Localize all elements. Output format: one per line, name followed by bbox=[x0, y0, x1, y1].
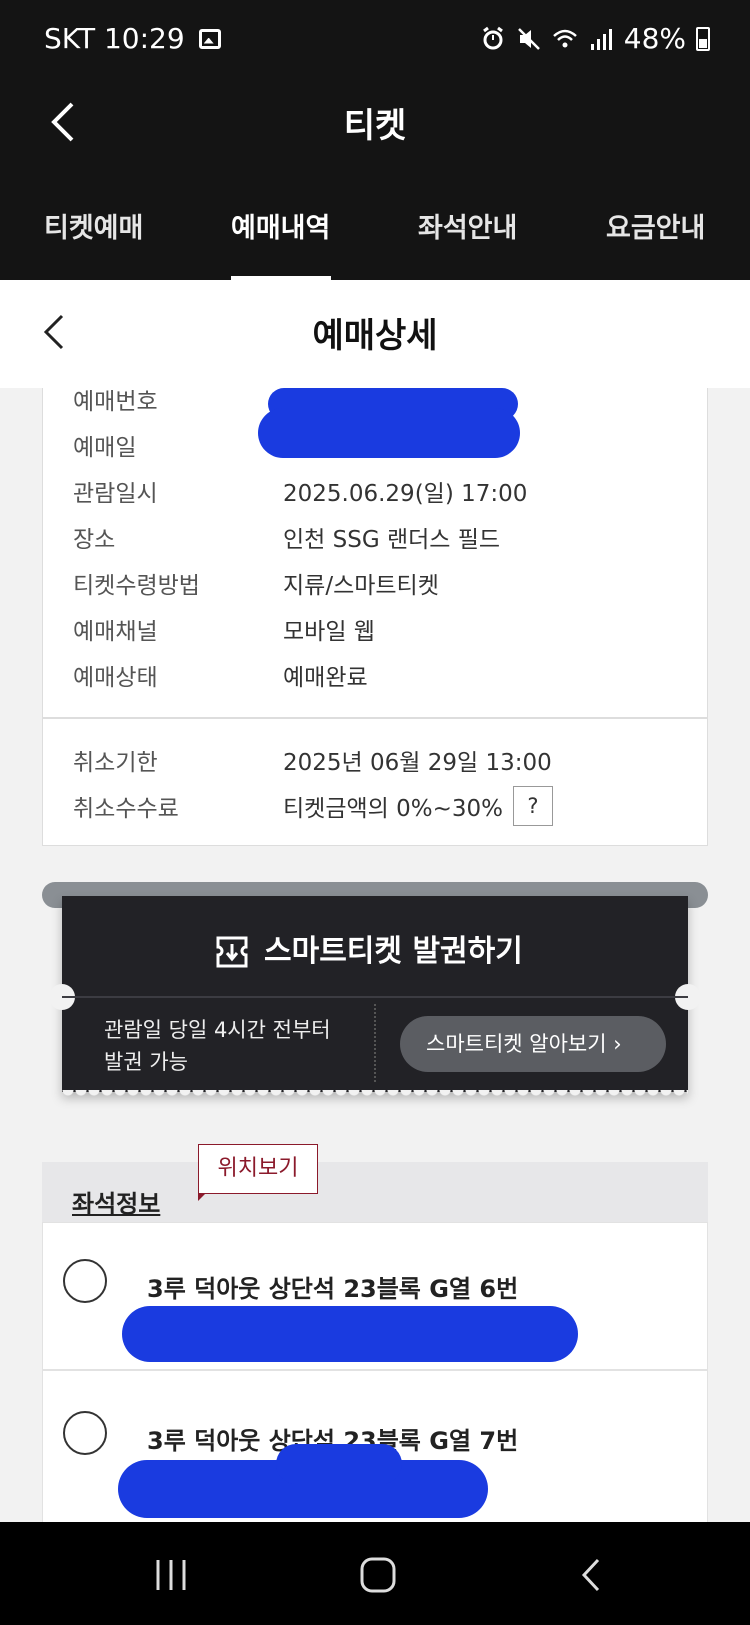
smart-ticket-learn-more-button[interactable]: 스마트티켓 알아보기 › bbox=[400, 1016, 666, 1072]
smart-ticket-title: 스마트티켓 발권하기 bbox=[264, 934, 523, 969]
sub-header: 예매상세 bbox=[0, 280, 750, 388]
value-cancel-fee: 티켓금액의 0%~30% bbox=[283, 796, 503, 822]
mute-icon bbox=[517, 27, 540, 50]
recent-apps-icon[interactable] bbox=[146, 1550, 196, 1600]
system-nav-bar bbox=[0, 1522, 750, 1625]
value-booking-status: 예매완료 bbox=[283, 665, 368, 691]
label-booking-channel: 예매채널 bbox=[73, 619, 158, 645]
view-location-tail bbox=[198, 1193, 206, 1201]
label-booking-date: 예매일 bbox=[73, 435, 137, 461]
sub-title: 예매상세 bbox=[312, 316, 438, 356]
smart-ticket-card[interactable]: 스마트티켓 발권하기 관람일 당일 4시간 전부터 발권 가능 스마트티켓 알아… bbox=[49, 896, 701, 1100]
tab-ticket-booking[interactable]: 티켓예매 bbox=[44, 206, 143, 245]
view-location-button[interactable]: 위치보기 bbox=[198, 1144, 318, 1194]
wifi-icon bbox=[552, 29, 577, 47]
tab-booking-history[interactable]: 예매내역 bbox=[231, 206, 330, 245]
value-cancel-deadline: 2025년 06월 29일 13:00 bbox=[283, 750, 552, 776]
seat-label: 3루 덕아웃 상단석 23블록 G열 6번 bbox=[147, 1275, 519, 1303]
tab-seat-guide[interactable]: 좌석안내 bbox=[418, 206, 517, 245]
carrier-time: SKT 10:29 bbox=[44, 22, 185, 55]
status-left: SKT 10:29 bbox=[44, 22, 221, 55]
battery-icon bbox=[696, 26, 710, 51]
redaction-mark bbox=[276, 1444, 402, 1484]
label-cancel-fee: 취소수수료 bbox=[73, 796, 179, 822]
status-right: 48% bbox=[480, 22, 710, 55]
value-booking-channel: 모바일 웹 bbox=[283, 619, 375, 645]
smart-ticket-note: 관람일 당일 4시간 전부터 발권 가능 bbox=[104, 1018, 331, 1074]
label-venue: 장소 bbox=[73, 527, 116, 553]
back-icon[interactable] bbox=[566, 1550, 616, 1600]
label-booking-status: 예매상태 bbox=[73, 665, 158, 691]
home-icon[interactable] bbox=[353, 1550, 403, 1600]
signal-icon bbox=[590, 28, 612, 50]
ticket-perforation bbox=[374, 1004, 376, 1082]
alarm-icon bbox=[482, 26, 503, 49]
ticket-issue-icon bbox=[216, 936, 248, 968]
label-ticket-receipt-method: 티켓수령방법 bbox=[73, 573, 200, 599]
value-viewing-datetime: 2025.06.29(일) 17:00 bbox=[283, 481, 528, 507]
image-notification-icon bbox=[198, 28, 221, 49]
page-title: 티켓 bbox=[343, 106, 407, 146]
ticket-divider bbox=[62, 996, 688, 998]
seat-info-title: 좌석정보 bbox=[72, 1190, 161, 1218]
redaction-mark bbox=[122, 1306, 578, 1362]
cancel-info-card: 취소기한 2025년 06월 29일 13:00 취소수수료 티켓금액의 0%~… bbox=[42, 718, 708, 846]
label-cancel-deadline: 취소기한 bbox=[73, 750, 158, 776]
cancel-fee-help-button[interactable]: ? bbox=[513, 786, 553, 826]
seat-info-header: 좌석정보 위치보기 bbox=[42, 1144, 708, 1222]
value-venue: 인천 SSG 랜더스 필드 bbox=[283, 527, 501, 553]
seat-radio[interactable] bbox=[63, 1259, 107, 1303]
value-ticket-receipt-method: 지류/스마트티켓 bbox=[283, 573, 439, 599]
tab-bar: 티켓예매 예매내역 좌석안내 요금안내 bbox=[0, 200, 750, 280]
status-bar: SKT 10:29 48% bbox=[0, 0, 750, 80]
app-header: 티켓 티켓예매 예매내역 좌석안내 요금안내 bbox=[0, 80, 750, 280]
tab-price-guide[interactable]: 요금안내 bbox=[606, 206, 705, 245]
ticket-serrated-edge bbox=[62, 1090, 688, 1100]
label-viewing-datetime: 관람일시 bbox=[73, 481, 158, 507]
seat-radio[interactable] bbox=[63, 1411, 107, 1455]
battery-percent: 48% bbox=[623, 22, 686, 55]
label-booking-number: 예매번호 bbox=[73, 389, 158, 415]
redaction-mark bbox=[258, 408, 520, 458]
